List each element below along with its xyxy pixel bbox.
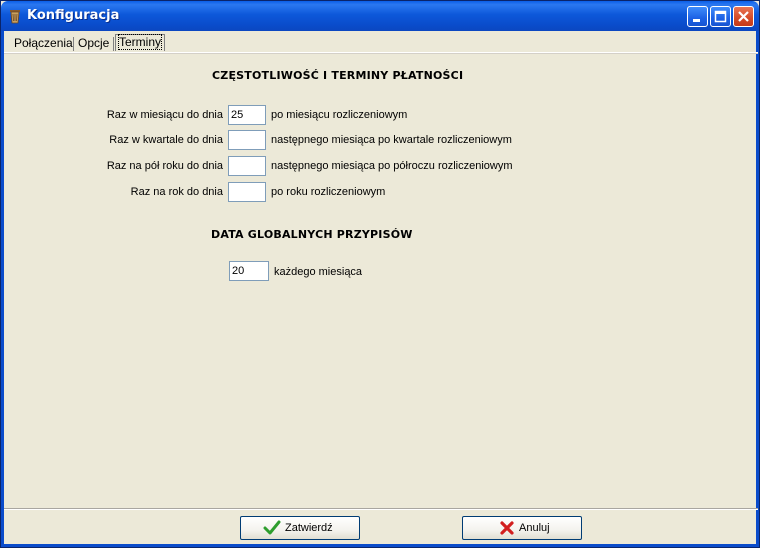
tab-terminy-label: Terminy: [117, 34, 163, 50]
tab-divider: [73, 37, 74, 51]
title-bar[interactable]: Konfiguracja: [1, 1, 759, 31]
payment-terms-heading: CZĘSTOTLIWOŚĆ I TERMINY PŁATNOŚCI: [212, 69, 464, 82]
confirm-button[interactable]: Zatwierdź: [240, 516, 360, 540]
window-title: Konfiguracja: [27, 8, 120, 23]
monthly-suffix: po miesiącu rozliczeniowym: [271, 109, 408, 121]
half-year-label: Raz na pół roku do dnia: [106, 160, 223, 172]
checkmark-icon: [263, 520, 281, 535]
quarterly-label: Raz w kwartale do dnia: [109, 134, 223, 146]
global-charges-day-input[interactable]: [229, 261, 269, 281]
cancel-button[interactable]: Anuluj: [462, 516, 582, 540]
monthly-label: Raz w miesiącu do dnia: [106, 109, 223, 121]
maximize-icon: [714, 10, 727, 23]
window-border-left: [1, 31, 4, 547]
x-cross-icon: [500, 521, 514, 535]
trash-bin-icon: [10, 10, 20, 24]
close-icon: [738, 11, 749, 22]
half-year-suffix: następnego miesiąca po półroczu rozlicze…: [271, 160, 513, 172]
window-border-right: [756, 31, 759, 547]
tab-polaczenia[interactable]: Połączenia: [11, 36, 76, 52]
maximize-button[interactable]: [710, 6, 731, 27]
confirm-button-label: Zatwierdź: [285, 522, 333, 534]
quarterly-suffix: następnego miesiąca po kwartale rozlicze…: [271, 134, 512, 146]
monthly-day-input[interactable]: [228, 105, 266, 125]
tab-panel-edge-shadow: [4, 53, 758, 54]
bottom-separator-highlight: [4, 509, 758, 510]
minimize-icon: [693, 19, 700, 22]
yearly-day-input[interactable]: [228, 182, 266, 202]
cancel-button-label: Anuluj: [519, 522, 550, 534]
half-year-day-input[interactable]: [228, 156, 266, 176]
quarterly-day-input[interactable]: [228, 130, 266, 150]
global-charges-heading: DATA GLOBALNYCH PRZYPISÓW: [211, 228, 413, 241]
tab-opcje[interactable]: Opcje: [75, 36, 112, 52]
window-border-bottom: [1, 544, 759, 547]
minimize-button[interactable]: [687, 6, 708, 27]
close-button[interactable]: [733, 6, 754, 27]
yearly-label: Raz na rok do dnia: [130, 186, 223, 198]
yearly-suffix: po roku rozliczeniowym: [271, 186, 386, 198]
global-charges-suffix: każdego miesiąca: [274, 266, 363, 278]
tab-terminy[interactable]: Terminy: [115, 34, 166, 51]
tab-divider: [113, 37, 114, 51]
configuration-window: Konfiguracja Połączenia Opcje Terminy CZ…: [0, 0, 760, 548]
